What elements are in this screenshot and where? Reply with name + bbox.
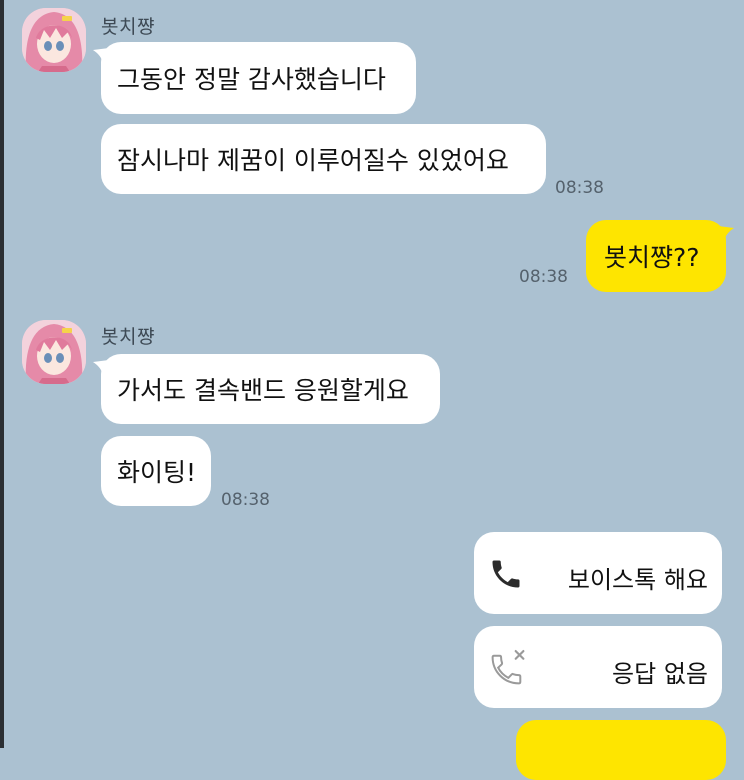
- phone-icon: [492, 560, 520, 588]
- avatar-image: [22, 8, 86, 72]
- message-text: 가서도 결속밴드 응원할게요: [117, 376, 409, 405]
- message-time: 08:38: [519, 267, 568, 287]
- bubble-tail: [93, 48, 109, 64]
- message-time: 08:38: [221, 490, 270, 510]
- missed-call-bubble[interactable]: 응답 없음: [474, 626, 722, 708]
- call-label: 응답 없음: [612, 660, 708, 688]
- sender-name: 봇치쨩: [101, 16, 155, 38]
- message-text: 그동안 정말 감사했습니다: [117, 65, 386, 94]
- sender-name: 봇치쨩: [101, 326, 155, 348]
- message-bubble[interactable]: 화이팅!: [101, 436, 211, 506]
- sender-avatar[interactable]: [22, 320, 86, 384]
- bubble-tail: [718, 226, 734, 242]
- call-label: 보이스톡 해요: [567, 566, 708, 594]
- message-bubble[interactable]: 잠시나마 제꿈이 이루어질수 있었어요: [101, 124, 546, 194]
- message-text: 봇치쨩??: [604, 243, 700, 272]
- voicetalk-call-bubble[interactable]: 보이스톡 해요: [474, 532, 722, 614]
- window-edge: [0, 0, 4, 748]
- outgoing-message-bubble[interactable]: 봇치쨩??: [586, 220, 726, 292]
- phone-missed-icon: [491, 650, 525, 685]
- message-text: 잠시나마 제꿈이 이루어질수 있었어요: [117, 146, 509, 175]
- avatar-image: [22, 320, 86, 384]
- sender-avatar[interactable]: [22, 8, 86, 72]
- outgoing-message-bubble[interactable]: [516, 720, 726, 780]
- bubble-tail: [93, 360, 109, 376]
- message-time: 08:38: [555, 178, 604, 198]
- message-bubble[interactable]: 그동안 정말 감사했습니다: [101, 42, 416, 114]
- message-text: 화이팅!: [117, 458, 197, 487]
- message-bubble[interactable]: 가서도 결속밴드 응원할게요: [101, 354, 440, 424]
